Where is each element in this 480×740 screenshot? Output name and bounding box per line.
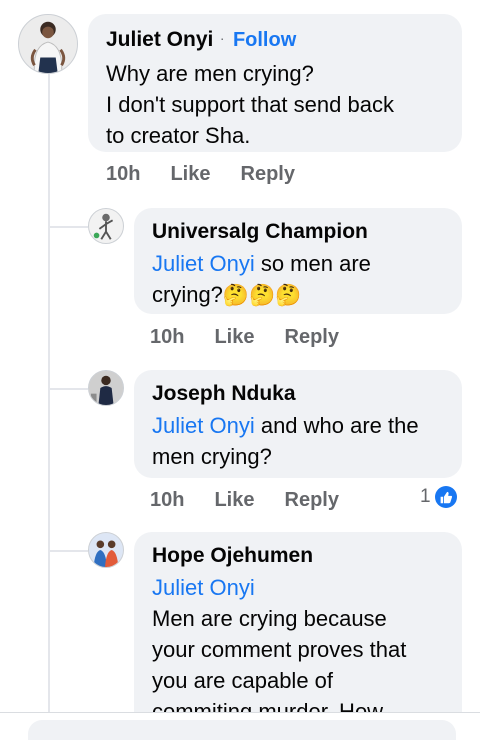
comment-author[interactable]: Juliet Onyi <box>106 28 213 51</box>
reply-author[interactable]: Hope Ojehumen <box>152 542 446 570</box>
thread-connector-reply-1 <box>48 226 88 228</box>
avatar-hope-ojehumen[interactable] <box>88 532 124 568</box>
reply-bubble-joseph-nduka: Joseph Nduka Juliet Onyi and who are the… <box>134 370 462 478</box>
reply-text-line: your comment proves that <box>152 637 407 662</box>
reply-bubble-universalg-champion: Universalg Champion Juliet Onyi so men a… <box>134 208 462 314</box>
comment-composer-input[interactable] <box>28 720 456 740</box>
thinking-face-emoji-icon: 🤔🤔🤔 <box>222 283 302 307</box>
like-button[interactable]: Like <box>214 326 254 349</box>
reply-button[interactable]: Reply <box>285 489 339 512</box>
timestamp[interactable]: 10h <box>106 163 140 186</box>
group-profile-photo-icon <box>89 533 123 567</box>
mention-link[interactable]: Juliet Onyi <box>152 413 255 438</box>
avatar-universalg-champion[interactable] <box>88 208 124 244</box>
reply-text-line: Men are crying because <box>152 606 387 631</box>
reply-button[interactable]: Reply <box>241 163 295 186</box>
reply-text-line: you are capable of <box>152 668 334 693</box>
timestamp[interactable]: 10h <box>150 326 184 349</box>
reply-button[interactable]: Reply <box>285 326 339 349</box>
reply-text-line: Juliet Onyi and who are the <box>152 410 446 441</box>
reaction-count: 1 <box>420 486 431 507</box>
thread-connector-reply-2 <box>48 388 88 390</box>
comment-text-line: to creator Sha. <box>106 123 251 148</box>
reply-bubble-hope-ojehumen: Hope Ojehumen Juliet Onyi Men are crying… <box>134 532 462 732</box>
reply-actions: 10h Like Reply <box>150 489 339 512</box>
reply-actions: 10h Like Reply <box>150 326 339 349</box>
reply-text-line: crying?🤔🤔🤔 <box>152 279 446 311</box>
comment-text-line: Why are men crying? <box>106 61 314 86</box>
thread-line-main <box>48 74 50 714</box>
mention-link[interactable]: Juliet Onyi <box>152 251 255 276</box>
reply-author[interactable]: Universalg Champion <box>152 218 446 246</box>
man-profile-photo-icon <box>89 371 123 405</box>
reply-text-line: Juliet Onyi so men are <box>152 248 446 279</box>
comment-bubble-juliet-onyi: Juliet Onyi · Follow Why are men crying?… <box>88 14 462 152</box>
timestamp[interactable]: 10h <box>150 489 184 512</box>
comment-text-line: I don't support that send back <box>106 92 394 117</box>
follow-button[interactable]: Follow <box>233 29 296 51</box>
thumbs-up-icon <box>434 486 457 508</box>
like-button[interactable]: Like <box>214 489 254 512</box>
reply-author[interactable]: Joseph Nduka <box>152 380 446 408</box>
reply-text: so men are <box>254 251 371 276</box>
mention-link[interactable]: Juliet Onyi <box>152 572 446 603</box>
reply-text: and who are the <box>254 413 419 438</box>
thread-connector-reply-3 <box>48 550 88 552</box>
reaction-summary[interactable]: 1 <box>420 486 457 508</box>
woman-profile-photo-icon <box>19 15 77 73</box>
avatar-juliet-onyi[interactable] <box>18 14 78 74</box>
reply-text-line: men crying? <box>152 444 272 469</box>
separator-dot: · <box>219 30 225 46</box>
like-button[interactable]: Like <box>170 163 210 186</box>
reply-text: crying? <box>152 282 223 307</box>
comment-actions: 10h Like Reply <box>106 163 295 186</box>
avatar-joseph-nduka[interactable] <box>88 370 124 406</box>
sketch-figure-avatar-icon <box>89 209 123 243</box>
